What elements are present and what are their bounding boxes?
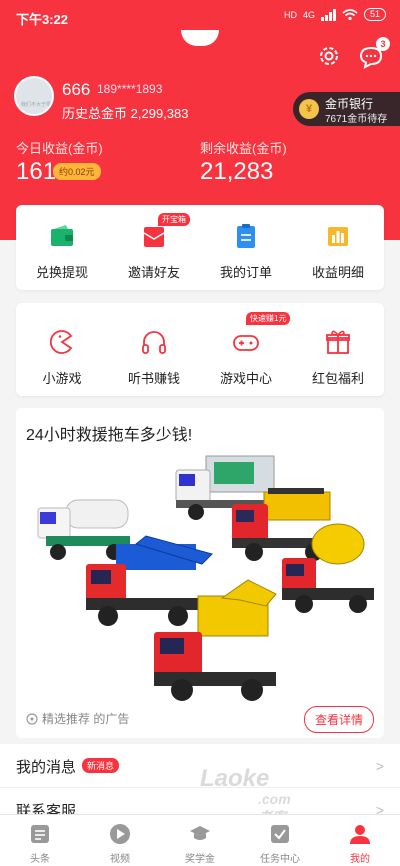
- yen-coin-icon: ¥: [299, 99, 319, 119]
- tab-label: 任务中心: [260, 854, 300, 865]
- news-icon: [31, 825, 49, 843]
- grid-item-game-center[interactable]: 快速赚1元 游戏中心: [200, 303, 292, 396]
- tab-video[interactable]: 视频: [80, 815, 160, 866]
- remaining-earnings-label: 剩余收益(金币): [200, 141, 287, 156]
- gamepad-icon: [233, 335, 259, 351]
- grid-item-label: 听书赚钱: [127, 371, 180, 386]
- coin-bank-pending: 7671金币待存: [325, 114, 388, 125]
- new-message-badge: 新消息: [82, 758, 120, 773]
- tab-label: 我的: [350, 854, 370, 865]
- network-type: 4G: [302, 9, 315, 20]
- grid-item-withdraw[interactable]: 兑换提现: [16, 205, 108, 290]
- messages-button[interactable]: 3: [358, 37, 390, 70]
- tab-scholarship[interactable]: 奖学金: [160, 815, 240, 866]
- grid-item-invite[interactable]: 开宝箱 邀请好友: [108, 205, 200, 290]
- history-coins: 历史总金币 2,299,383: [62, 103, 188, 122]
- grid-item-label: 红包福利: [311, 371, 364, 386]
- grid-item-label: 游戏中心: [219, 371, 272, 386]
- ad-details-button[interactable]: 查看详情: [303, 706, 374, 733]
- tab-headlines[interactable]: 头条: [0, 815, 80, 866]
- checkbox-icon: [271, 825, 289, 843]
- grid-item-earnings[interactable]: 收益明细: [292, 205, 384, 290]
- status-time: 下午3:22: [16, 12, 69, 27]
- gift-icon: [326, 330, 350, 354]
- today-approx-badge: 约0.02元: [53, 163, 101, 180]
- chevron-right-icon: >: [375, 758, 384, 774]
- avatar[interactable]: 我们不大于零: [14, 76, 54, 116]
- ad-source: 精选推荐 的广告: [26, 710, 129, 727]
- ad-toy-trucks-image[interactable]: [26, 448, 374, 704]
- user-icon: [350, 825, 370, 844]
- grid-item-label: 小游戏: [42, 371, 82, 386]
- services-card: 小游戏 听书赚钱 快速赚1元 游戏中心 红包福利: [16, 303, 384, 396]
- wifi-icon: [342, 8, 358, 20]
- hd-indicator: HD: [283, 9, 297, 20]
- status-icons: HD 4G 51: [284, 8, 386, 21]
- bar-chart-icon: [328, 227, 348, 246]
- treasure-tag: 开宝箱: [158, 213, 190, 226]
- tab-label: 奖学金: [185, 854, 215, 865]
- graduation-cap-icon: [190, 826, 210, 840]
- history-coins-value: 2,299,383: [130, 106, 189, 121]
- grid-item-audiobooks[interactable]: 听书赚钱: [108, 303, 200, 396]
- message-count-badge: 3: [376, 37, 390, 51]
- tab-label: 头条: [30, 854, 50, 865]
- bottom-tab-bar: 头条 视频 奖学金 任务中心 我的: [0, 814, 400, 866]
- coin-bank-button[interactable]: ¥ 金币银行 7671金币待存: [293, 92, 400, 126]
- settings-gear-icon[interactable]: [316, 43, 342, 69]
- grid-item-label: 兑换提现: [35, 265, 88, 280]
- ad-card[interactable]: 24小时救援拖车多少钱! 精选推荐 的广告 查看详情: [16, 408, 384, 738]
- pacman-icon: [49, 330, 73, 354]
- phone-number: 189****1893: [97, 82, 163, 96]
- tab-label: 视频: [110, 854, 130, 865]
- status-bar: 下午3:22 HD 4G 51: [0, 0, 400, 32]
- envelope-icon: [143, 227, 165, 247]
- today-earnings-value: 161: [16, 158, 57, 185]
- signal-icon: [320, 8, 336, 21]
- headphones-icon: [142, 331, 166, 354]
- watermark-brand: Laoke: [200, 765, 270, 792]
- grid-item-label: 收益明细: [311, 265, 364, 280]
- tab-mine[interactable]: 我的: [320, 815, 400, 866]
- quick-actions-card: 兑换提现 开宝箱 邀请好友 我的订单 收益明细: [16, 205, 384, 290]
- ad-mark-icon: [26, 712, 38, 725]
- history-coins-label: 历史总金币: [62, 106, 128, 121]
- menu-row-label: 我的消息: [16, 759, 77, 776]
- watermark: Laoke .com老客: [200, 765, 291, 825]
- play-icon: [110, 824, 130, 844]
- grid-item-label: 邀请好友: [127, 265, 180, 280]
- wallet-icon: [51, 225, 73, 246]
- username: 666: [62, 80, 91, 99]
- today-earnings-label: 今日收益(金币): [16, 141, 103, 156]
- grid-item-minigames[interactable]: 小游戏: [16, 303, 108, 396]
- grid-item-label: 我的订单: [219, 265, 272, 280]
- battery-icon: 51: [363, 8, 386, 21]
- grid-item-red-packet[interactable]: 红包福利: [292, 303, 384, 396]
- avatar-caption: 我们不大于零: [20, 102, 51, 108]
- tab-task-center[interactable]: 任务中心: [240, 815, 320, 866]
- ad-source-text: 精选推荐 的广告: [42, 712, 130, 726]
- grid-item-orders[interactable]: 我的订单: [200, 205, 292, 290]
- ad-title: 24小时救援拖车多少钱!: [26, 427, 193, 444]
- quick-earn-tag: 快速赚1元: [246, 312, 291, 325]
- clipboard-icon: [237, 224, 255, 248]
- remaining-earnings-value: 21,283: [200, 158, 274, 185]
